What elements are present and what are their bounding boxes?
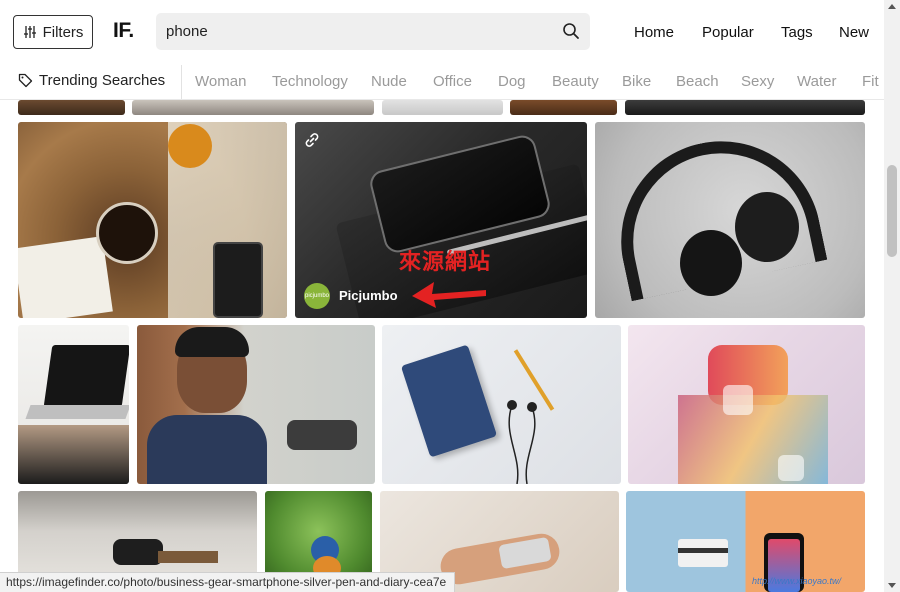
tag-icon [18,73,33,88]
source-avatar[interactable]: picjumbo [304,283,330,309]
filters-label: Filters [42,23,84,41]
trending-item-water[interactable]: Water [797,73,836,90]
search-input[interactable] [166,23,546,40]
nav-popular[interactable]: Popular [702,24,754,41]
trending-item-technology[interactable]: Technology [272,73,348,90]
photo-tile-headphones[interactable] [595,122,865,318]
nav-new[interactable]: New [839,24,869,41]
photo-tile[interactable] [510,100,617,115]
photo-tile-vr-headset[interactable] [628,325,865,484]
source-name[interactable]: Picjumbo [339,288,398,303]
arrow-annotation-icon [412,282,486,308]
trending-item-dog[interactable]: Dog [498,73,526,90]
annotation-label: 來源網站 [399,249,492,274]
top-header: Filters IF. Home Popular Tags New [0,0,884,62]
photo-tile[interactable] [132,100,374,115]
photo-tile-coffee-table[interactable] [18,122,287,318]
filters-button[interactable]: Filters [13,15,93,49]
trending-item-beauty[interactable]: Beauty [552,73,599,90]
trending-item-sexy[interactable]: Sexy [741,73,774,90]
link-icon[interactable] [304,132,320,148]
trending-item-woman[interactable]: Woman [195,73,246,90]
photo-tile[interactable] [18,100,125,115]
photo-tile-laptop-desk[interactable] [18,325,129,484]
trending-item-nude[interactable]: Nude [371,73,407,90]
trending-item-bike[interactable]: Bike [622,73,651,90]
site-logo[interactable]: IF. [113,19,134,43]
photo-tile[interactable] [625,100,865,115]
scroll-up-icon[interactable] [888,4,896,9]
trending-label-text: Trending Searches [39,72,166,89]
nav-home[interactable]: Home [634,24,674,41]
nav-tags[interactable]: Tags [781,24,813,41]
search-bar[interactable] [156,13,590,50]
vertical-scrollbar[interactable] [884,0,900,592]
status-bar-url: https://imagefinder.co/photo/business-ge… [0,572,456,592]
scrollbar-thumb[interactable] [887,165,897,257]
search-icon[interactable] [562,22,580,40]
photo-tile[interactable] [382,100,503,115]
trending-item-fit[interactable]: Fit [862,73,879,90]
trending-bar: Trending Searches Woman Technology Nude … [0,62,884,100]
earphones-icon [507,400,537,484]
photo-tile-man-on-phone[interactable] [137,325,375,484]
photo-tile-featured-phone-diary[interactable]: picjumbo Picjumbo 來源網站 [295,122,587,318]
sliders-icon [23,26,36,38]
trending-divider [181,65,182,99]
trending-item-office[interactable]: Office [433,73,472,90]
watermark: http://www.xiaoyao.tw/ [752,576,842,586]
scroll-down-icon[interactable] [888,583,896,588]
trending-label: Trending Searches [18,72,165,89]
photo-tile-notebook-earphones[interactable] [382,325,621,484]
trending-item-beach[interactable]: Beach [676,73,719,90]
